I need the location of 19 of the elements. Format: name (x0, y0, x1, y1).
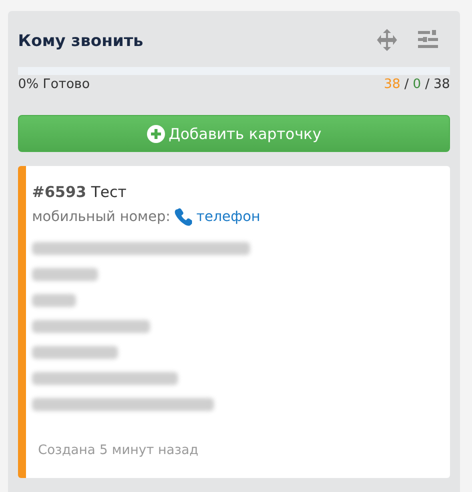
count-value: 0 (412, 77, 422, 93)
plus-circle-icon[interactable] (146, 124, 165, 142)
add-card-button[interactable]: Добавить карточку (18, 115, 450, 152)
redacted-text (32, 294, 76, 307)
progress-label: 0% Готово (18, 77, 90, 93)
created-time: Создана 5 минут назад (37, 443, 200, 458)
settings-icon[interactable] (418, 30, 438, 50)
column-title: Кому звонить (18, 30, 144, 50)
task-card[interactable]: #6593 Тест мобильный номер: телефон Создана 5 минут назад (18, 166, 450, 478)
card-title: #6593 Тест (32, 182, 128, 203)
count-value: 38 (384, 77, 400, 93)
phone-label: мобильный номер: (32, 208, 170, 227)
redacted-text (32, 268, 98, 281)
phone-link[interactable]: телефон (196, 204, 260, 230)
count-value: 38 (433, 77, 450, 93)
phone-icon[interactable] (174, 208, 192, 226)
count-separator: / (404, 77, 409, 93)
count-separator: / (425, 77, 430, 93)
move-icon[interactable] (376, 29, 398, 51)
